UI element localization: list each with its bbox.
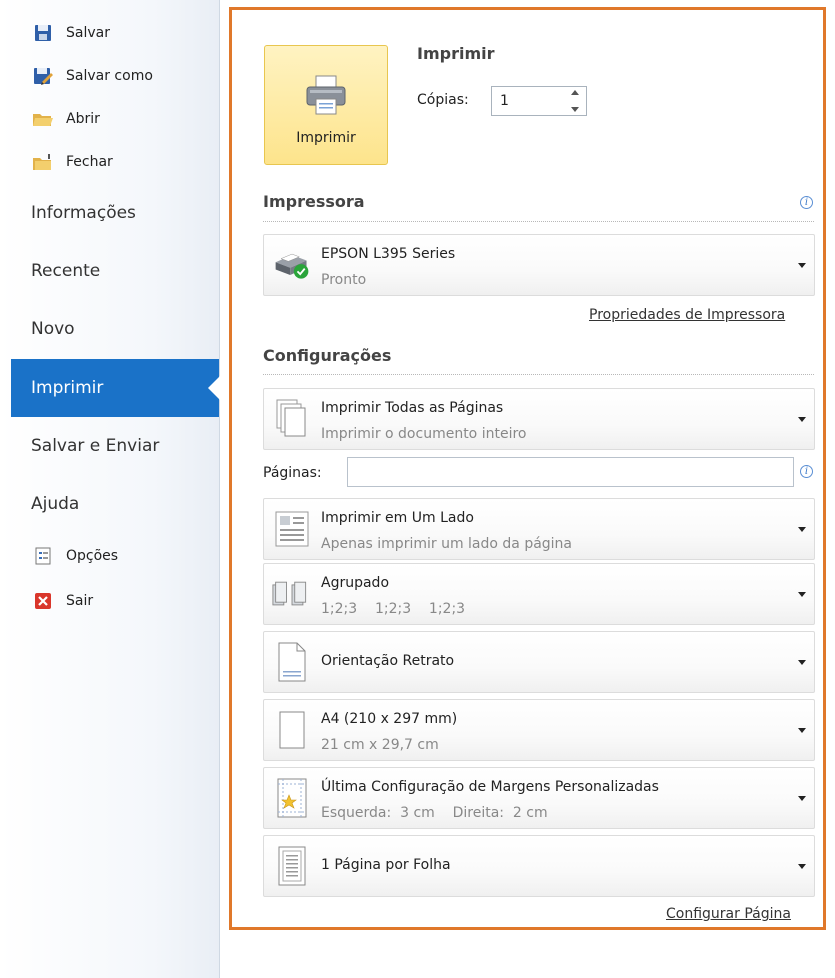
printer-icon [304,74,348,120]
save-label: Salvar [66,25,110,41]
close-folder-icon [32,152,54,172]
sidebar-item-new[interactable]: Novo [31,309,75,349]
orientation-title: Orientação Retrato [321,653,455,669]
collation-title: Agrupado [321,575,390,591]
chevron-down-icon [798,417,806,422]
options-icon [32,546,54,566]
sidebar-item-save-send[interactable]: Salvar e Enviar [31,426,159,466]
sidebar-item-help[interactable]: Ajuda [31,484,79,524]
sides-title: Imprimir em Um Lado [321,510,474,526]
margins-icon [272,776,312,820]
pages-per-sheet-dropdown[interactable]: 1 Página por Folha [263,835,815,897]
print-button[interactable]: Imprimir [264,45,388,165]
exit-button[interactable]: Sair [32,587,93,615]
open-label: Abrir [66,111,100,127]
close-label: Fechar [66,154,113,170]
close-button[interactable]: Fechar [32,148,113,176]
one-side-icon [272,507,312,551]
orientation-dropdown[interactable]: Orientação Retrato [263,631,815,693]
active-notch [208,376,220,400]
printer-name: EPSON L395 Series [321,246,456,262]
chevron-down-icon [798,263,806,268]
open-folder-icon [32,109,54,129]
options-button[interactable]: Opções [32,542,118,570]
save-as-button[interactable]: Salvar como [32,62,153,90]
margins-title: Última Configuração de Margens Personali… [321,779,659,795]
print-range-dropdown[interactable]: Imprimir Todas as Páginas Imprimir o doc… [263,388,815,450]
save-button[interactable]: Salvar [32,19,110,47]
printer-section-title: Impressora [263,192,365,211]
settings-section-title: Configurações [263,346,392,365]
pages-per-sheet-icon [272,844,312,888]
printer-divider [263,221,814,222]
save-as-label: Salvar como [66,68,153,84]
sidebar-item-print-label: Imprimir [31,378,104,398]
print-heading: Imprimir [417,44,495,63]
copies-input[interactable] [498,87,572,115]
save-as-icon [32,66,54,86]
printer-status: Pronto [321,272,367,288]
copies-label: Cópias: [417,92,469,108]
collated-icon [272,572,312,616]
spin-up-icon[interactable] [571,90,579,95]
chevron-down-icon [798,864,806,869]
paper-size-subtitle: 21 cm x 29,7 cm [321,737,439,753]
sides-dropdown[interactable]: Imprimir em Um Lado Apenas imprimir um l… [263,498,815,560]
paper-size-title: A4 (210 x 297 mm) [321,711,458,727]
floppy-disk-icon [32,23,54,43]
printer-info-icon[interactable]: i [800,196,813,209]
pages-info-icon[interactable]: i [800,465,813,478]
collation-subtitle: 1;2;3 1;2;3 1;2;3 [321,601,466,617]
printer-dropdown[interactable]: EPSON L395 Series Pronto [263,234,815,296]
margins-subtitle: Esquerda: 3 cm Direita: 2 cm [321,805,548,821]
paper-size-dropdown[interactable]: A4 (210 x 297 mm) 21 cm x 29,7 cm [263,699,815,761]
print-range-subtitle: Imprimir o documento inteiro [321,426,527,442]
pages-per-sheet-title: 1 Página por Folha [321,857,451,873]
spin-down-icon[interactable] [571,107,579,112]
printer-properties-link[interactable]: Propriedades de Impressora [589,307,785,323]
copies-stepper[interactable] [491,86,587,116]
sidebar-item-recent[interactable]: Recente [31,251,100,291]
settings-divider [263,374,814,375]
exit-label: Sair [66,593,94,609]
chevron-down-icon [798,728,806,733]
paper-size-icon [272,708,312,752]
print-button-label: Imprimir [296,130,356,146]
options-label: Opções [66,548,119,564]
page-setup-link[interactable]: Configurar Página [666,906,791,922]
sidebar-item-print[interactable]: Imprimir [11,359,220,417]
margins-dropdown[interactable]: Última Configuração de Margens Personali… [263,767,815,829]
sidebar-item-info[interactable]: Informações [31,193,136,233]
exit-icon [32,591,54,611]
pages-label: Páginas: [263,465,322,481]
print-settings-panel: Imprimir Imprimir Cópias: Impressora i E… [229,7,826,930]
pages-input[interactable] [347,457,794,487]
chevron-down-icon [798,660,806,665]
collation-dropdown[interactable]: Agrupado 1;2;3 1;2;3 1;2;3 [263,563,815,625]
print-range-title: Imprimir Todas as Páginas [321,400,504,416]
all-pages-icon [272,397,312,441]
copies-spinner[interactable] [568,90,582,112]
chevron-down-icon [798,592,806,597]
printer-ready-icon [272,243,312,287]
backstage-sidebar: Salvar Salvar como Abrir Fechar Informaç… [0,0,220,978]
sides-subtitle: Apenas imprimir um lado da página [321,536,573,552]
open-button[interactable]: Abrir [32,105,100,133]
portrait-icon [272,640,312,684]
chevron-down-icon [798,527,806,532]
chevron-down-icon [798,796,806,801]
